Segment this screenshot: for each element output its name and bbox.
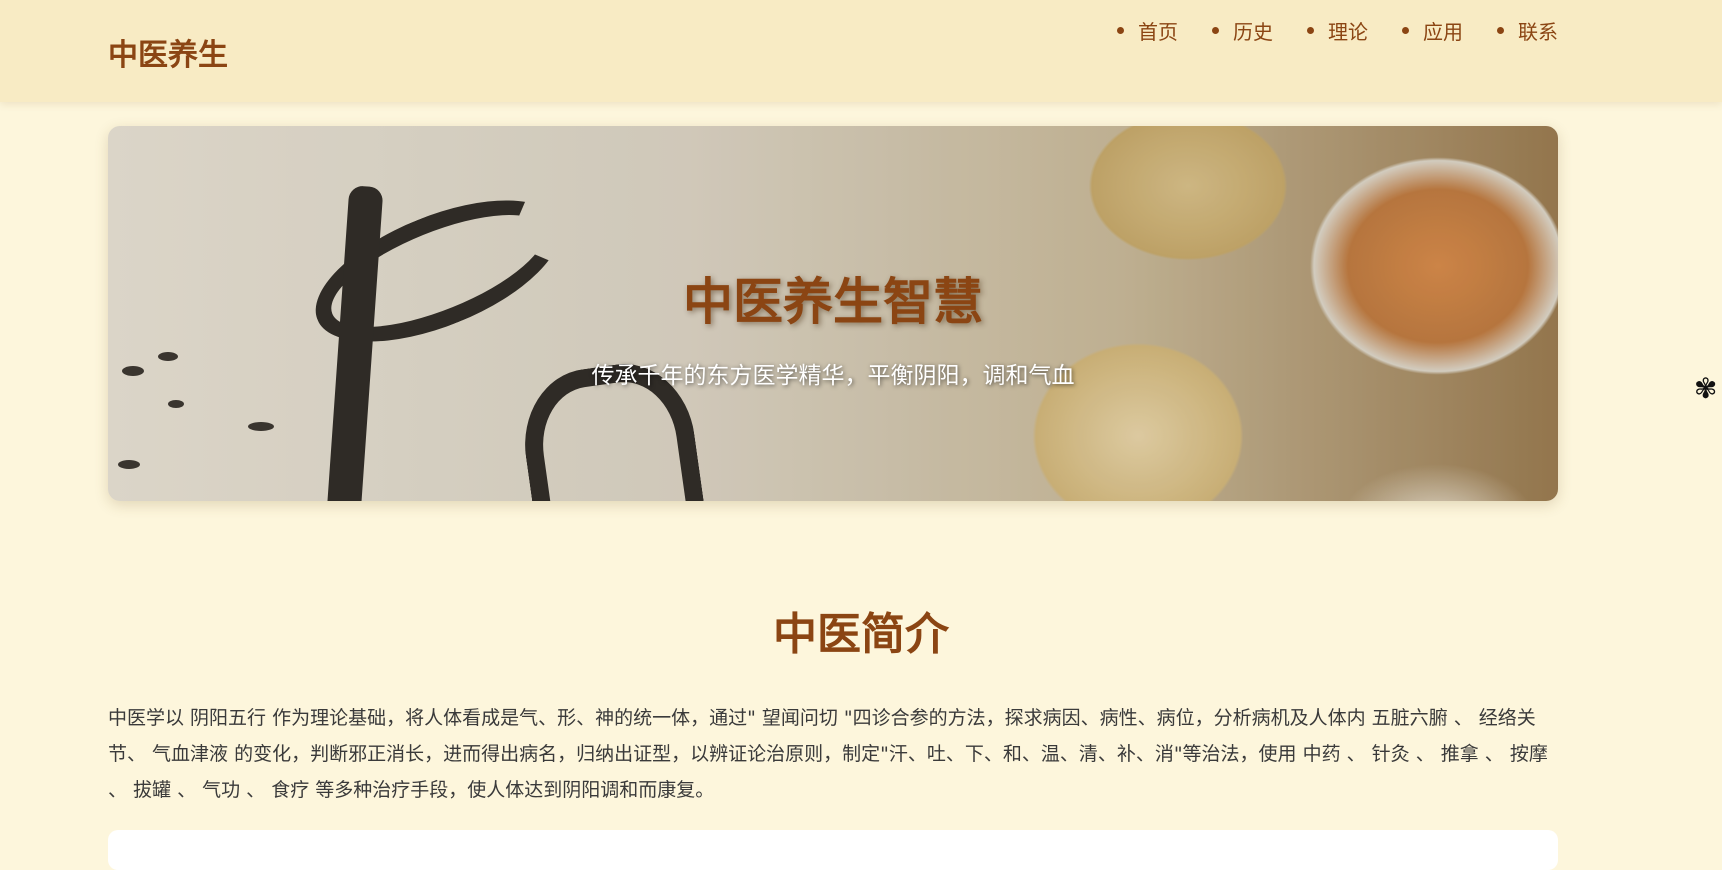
intro-section-title: 中医简介	[773, 609, 949, 660]
nav-item-theory[interactable]: 理论	[1307, 16, 1368, 45]
nav-item-application[interactable]: 应用	[1402, 16, 1463, 45]
bullet-icon	[1117, 27, 1124, 34]
settings-flower-icon[interactable]: ✾	[1694, 374, 1722, 404]
nav-item-contact[interactable]: 联系	[1497, 16, 1558, 45]
bullet-icon	[1497, 27, 1504, 34]
site-logo-text[interactable]: 中医养生	[108, 30, 228, 74]
nav-item-history[interactable]: 历史	[1212, 16, 1273, 45]
intro-paragraph: 中医学以 阴阳五行 作为理论基础，将人体看成是气、形、神的统一体，通过" 望闻问…	[108, 707, 1548, 801]
main-nav: 首页 历史 理论 应用 联系	[1083, 16, 1558, 45]
hero-banner: 中医养生智慧 传承千年的东方医学精华，平衡阴阳，调和气血	[108, 126, 1558, 501]
site-header: 中医养生 首页 历史 理论 应用 联系	[0, 0, 1722, 102]
bullet-icon	[1212, 27, 1219, 34]
bullet-icon	[1307, 27, 1314, 34]
hero-title: 中医养生智慧	[683, 273, 983, 331]
content-card	[108, 830, 1558, 870]
hero-subtitle: 传承千年的东方医学精华，平衡阴阳，调和气血	[591, 363, 1075, 389]
nav-item-home[interactable]: 首页	[1117, 16, 1178, 45]
bullet-icon	[1402, 27, 1409, 34]
